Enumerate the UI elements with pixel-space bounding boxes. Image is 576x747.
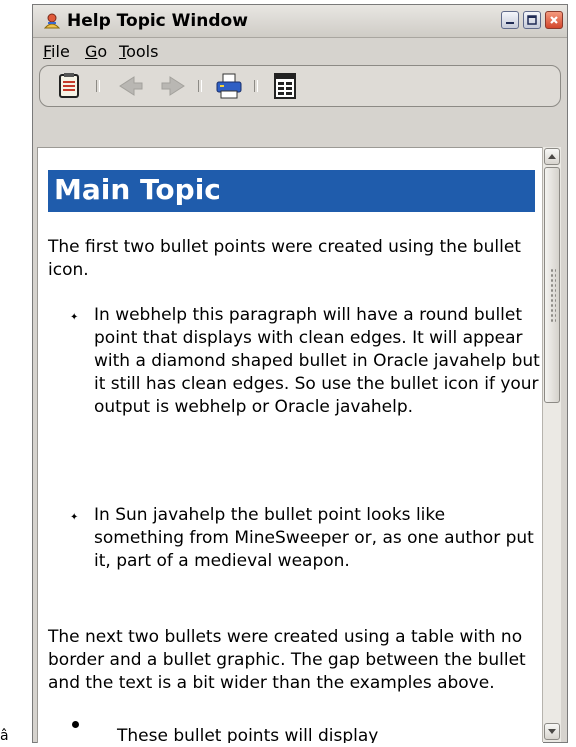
scrollbar-thumb[interactable] — [544, 167, 560, 403]
close-button[interactable] — [545, 11, 563, 29]
menu-tools[interactable]: Tools — [119, 42, 158, 61]
toolbar — [39, 65, 561, 107]
help-content-pane[interactable]: Main Topic The first two bullet points w… — [37, 147, 543, 743]
page-title: Main Topic — [54, 173, 221, 206]
list-item: In webhelp this paragraph will have a ro… — [94, 305, 540, 417]
scrollbar-grip — [550, 268, 556, 322]
corner-glyph: â — [0, 728, 9, 744]
window-title: Help Topic Window — [67, 11, 248, 31]
scroll-down-arrow-icon — [548, 729, 556, 734]
menu-tools-label: ools — [126, 42, 159, 61]
table-bullet-item: These bullet points will display — [117, 726, 379, 743]
table-bullets-paragraph: The next two bullets were created using … — [48, 627, 526, 693]
scroll-down-button[interactable] — [544, 723, 560, 740]
contents-icon — [59, 73, 79, 98]
page-setup-button[interactable] — [270, 72, 300, 100]
diamond-bullet-icon: ✦ — [70, 512, 79, 523]
menu-go-hotkey: G — [85, 42, 98, 61]
minimize-button[interactable] — [501, 11, 519, 29]
help-topic-window: Help Topic Window File Go Tools Main Top… — [32, 4, 568, 743]
help-app-icon — [43, 12, 61, 30]
toolbar-separator — [96, 80, 100, 92]
menu-file-hotkey: F — [43, 42, 52, 61]
title-bar[interactable]: Help Topic Window — [33, 5, 567, 38]
printer-icon — [216, 73, 242, 99]
toolbar-separator — [198, 80, 202, 92]
forward-button[interactable] — [158, 72, 188, 100]
scroll-up-button[interactable] — [544, 148, 560, 165]
menu-bar: File Go Tools — [33, 38, 567, 64]
menu-go[interactable]: Go — [85, 42, 107, 61]
vertical-scrollbar[interactable] — [542, 147, 561, 742]
back-button[interactable] — [116, 72, 146, 100]
close-icon — [550, 16, 558, 24]
scroll-up-arrow-icon — [548, 154, 556, 159]
intro-paragraph: The first two bullet points were created… — [48, 237, 521, 280]
menu-go-label: o — [97, 42, 108, 61]
list-item: In Sun javahelp the bullet point looks l… — [94, 505, 534, 571]
menu-file-label: ile — [51, 42, 70, 61]
minimize-icon — [506, 22, 514, 24]
menu-tools-hotkey: T — [119, 42, 127, 61]
diamond-bullet-icon: ✦ — [70, 312, 79, 323]
menu-file[interactable]: File — [43, 42, 70, 61]
topic-heading-bar: Main Topic — [48, 170, 535, 212]
toolbar-separator — [254, 80, 258, 92]
maximize-button[interactable] — [523, 11, 541, 29]
round-bullet-icon — [72, 721, 79, 728]
maximize-icon — [527, 15, 537, 25]
page-setup-icon — [274, 73, 296, 99]
contents-button[interactable] — [54, 72, 84, 100]
back-arrow-icon — [119, 76, 143, 96]
print-button[interactable] — [214, 72, 244, 100]
forward-arrow-icon — [161, 76, 185, 96]
